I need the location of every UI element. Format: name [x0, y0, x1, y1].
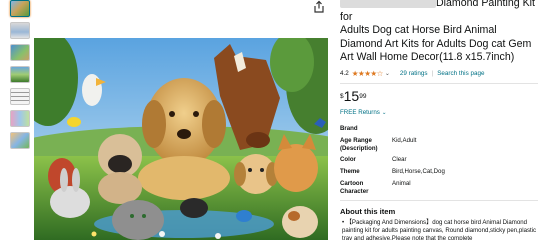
- free-returns-link[interactable]: FREE Returns ⌄: [340, 109, 538, 116]
- spec-key: Brand: [340, 124, 358, 132]
- spec-row-theme: Theme Bird,Horse,Cat,Dog: [340, 168, 538, 176]
- share-icon[interactable]: [312, 0, 326, 14]
- thumbnail-5[interactable]: [10, 88, 30, 105]
- spec-row-color: Color Clear: [340, 156, 538, 164]
- star-rating[interactable]: ★★★★☆: [352, 69, 384, 78]
- price-fraction: 99: [359, 92, 367, 100]
- divider: [340, 199, 538, 201]
- product-specs: Brand Age Range (Description) Kid,Adult …: [340, 125, 538, 196]
- spec-key: Theme: [340, 168, 360, 176]
- redacted-brand: [340, 0, 436, 8]
- spec-value: Kid,Adult: [392, 136, 417, 144]
- divider: [340, 82, 538, 84]
- chevron-down-icon[interactable]: ⌄: [385, 70, 390, 77]
- ratings-count-link[interactable]: 29 ratings: [400, 70, 428, 77]
- spec-key: Color: [340, 156, 356, 164]
- spec-row-brand: Brand: [340, 125, 538, 133]
- spec-row-age-range: Age Range (Description) Kid,Adult: [340, 137, 538, 153]
- price-whole: 15: [343, 87, 360, 104]
- rating-value: 4.2: [340, 70, 349, 78]
- about-heading: About this item: [340, 206, 396, 216]
- search-page-link[interactable]: Search this page: [437, 70, 484, 77]
- thumbnail-rail: [10, 0, 32, 154]
- thumbnail-2[interactable]: [10, 22, 30, 39]
- divider: |: [431, 70, 434, 78]
- spec-key: Age Range (Description): [340, 136, 378, 152]
- thumbnail-1[interactable]: [10, 0, 30, 17]
- free-returns-label: FREE Returns: [340, 108, 380, 116]
- rating-row: 4.2 ★★★★☆ ⌄ 29 ratings | Search this pag…: [340, 69, 538, 79]
- thumbnail-3[interactable]: [10, 44, 30, 61]
- spec-value: Animal: [392, 179, 411, 187]
- price-currency: $: [340, 92, 344, 100]
- thumbnail-7[interactable]: [10, 132, 30, 149]
- spec-row-cartoon-character: Cartoon Character Animal: [340, 180, 538, 196]
- thumbnail-4[interactable]: [10, 66, 30, 83]
- chevron-down-icon: ⌄: [381, 109, 387, 116]
- spec-value: Bird,Horse,Cat,Dog: [392, 168, 445, 176]
- about-bullet: • 【Packaging And Dimensions】dog cat hors…: [342, 218, 537, 240]
- spec-key: Cartoon Character: [340, 179, 369, 195]
- price: $1599: [340, 89, 538, 103]
- product-title: Diamond Painting Kit for Adults Dog cat …: [340, 0, 535, 64]
- spec-value: Clear: [392, 156, 407, 164]
- thumbnail-6[interactable]: [10, 110, 30, 127]
- product-main-image[interactable]: [34, 38, 328, 240]
- product-info: Diamond Painting Kit for Adults Dog cat …: [340, 0, 538, 240]
